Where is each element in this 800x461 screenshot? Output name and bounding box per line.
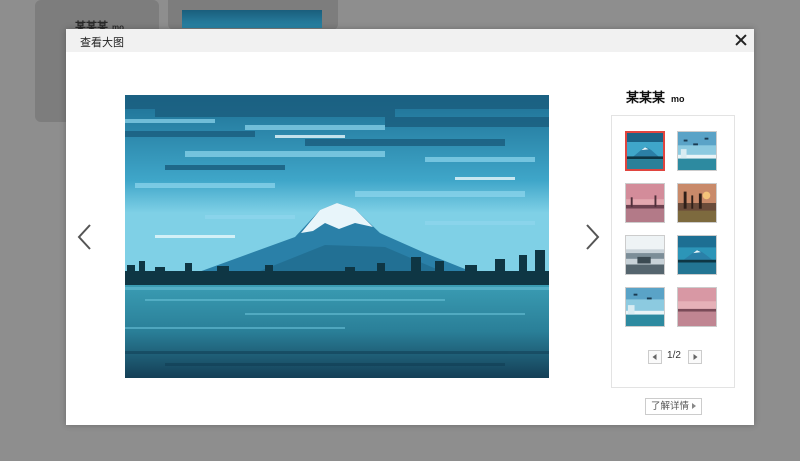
thumbnail-8[interactable] (677, 287, 717, 327)
modal-header: 查看大图 (66, 29, 754, 52)
learn-more-button[interactable]: 了解详情 (645, 398, 702, 415)
caret-right-icon (692, 403, 696, 410)
thumbnail-6[interactable] (677, 235, 717, 275)
thumbnail-panel: 1/2 (611, 115, 735, 388)
author-name: 某某某 mo (626, 90, 685, 105)
close-icon[interactable] (733, 32, 749, 48)
chevron-right-icon[interactable] (578, 222, 604, 252)
thumbnail-pager: 1/2 (648, 349, 702, 365)
main-image (125, 95, 549, 378)
image-viewer-modal: 查看大图 某某某 mo 1/2 了解详情 (66, 29, 754, 425)
background-thumbnail (182, 10, 322, 28)
thumbnail-3[interactable] (625, 183, 665, 223)
caret-right-icon[interactable] (688, 350, 702, 364)
thumbnail-4[interactable] (677, 183, 717, 223)
thumbnail-1[interactable] (625, 131, 665, 171)
thumbnail-7[interactable] (625, 287, 665, 327)
background-card-image (168, 0, 338, 30)
learn-more-label: 了解详情 (650, 401, 689, 412)
modal-title: 查看大图 (80, 37, 124, 49)
chevron-left-icon[interactable] (73, 222, 99, 252)
caret-left-icon[interactable] (648, 350, 662, 364)
page-indicator: 1/2 (667, 350, 681, 361)
thumbnail-2[interactable] (677, 131, 717, 171)
thumbnail-5[interactable] (625, 235, 665, 275)
